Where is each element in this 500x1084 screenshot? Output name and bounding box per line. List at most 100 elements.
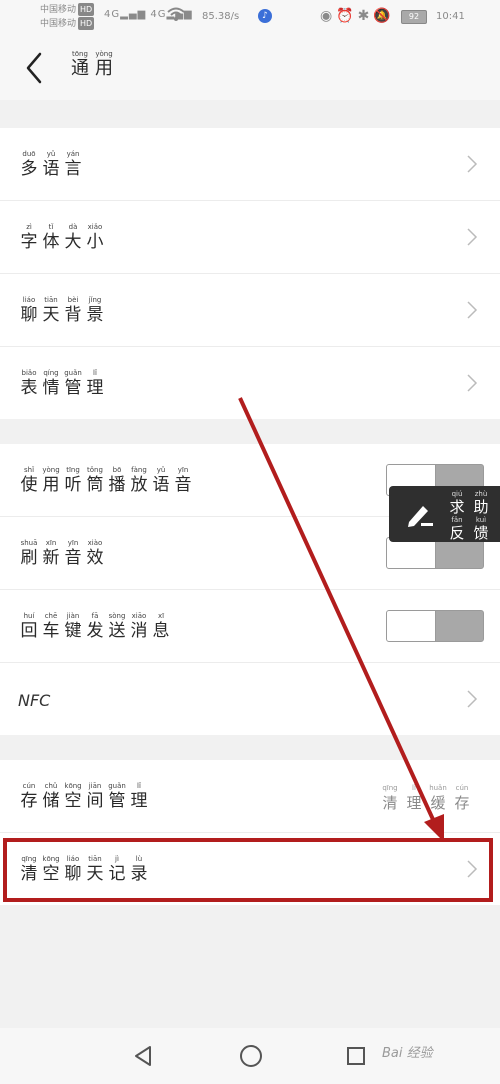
hanzi: 用: [95, 58, 113, 79]
pinyin: xiào: [87, 539, 103, 547]
pinyin: bèi: [67, 296, 79, 304]
feedback-label: fǎn 反 kuì 馈: [445, 516, 497, 542]
char: yòng 用: [40, 466, 62, 495]
hanzi: 筒: [86, 475, 104, 495]
char: zhù 助: [469, 490, 493, 516]
char: huǎn 缓: [426, 784, 450, 813]
char: xiāo 消: [128, 612, 150, 641]
char: yǔ 语: [150, 466, 172, 495]
carrier-1: 中国移动: [40, 5, 77, 15]
pinyin: chē: [44, 612, 58, 620]
emoji-management-label: biǎo 表 qíng 情 guǎn 管 lǐ 理: [18, 369, 106, 398]
back-arrow-icon[interactable]: [20, 50, 52, 86]
language-item[interactable]: duō 多 yǔ 语 yán 言: [0, 128, 500, 201]
char: tīng 听: [62, 466, 84, 495]
nav-back-icon[interactable]: [132, 1044, 154, 1068]
char: dà 大: [62, 223, 84, 252]
char: duō 多: [18, 150, 40, 179]
status-icons: ◉⏰✱🔕: [320, 8, 395, 24]
pinyin: fàng: [131, 466, 147, 474]
carrier-info: 中国移动 HD 中国移动 HD: [40, 3, 95, 31]
char: lǐ 理: [128, 782, 150, 811]
hanzi: 反: [449, 524, 465, 542]
hanzi: 理: [86, 378, 104, 398]
enter-to-send-toggle[interactable]: [386, 610, 484, 642]
pinyin: guǎn: [64, 369, 82, 377]
pinyin: tǐ: [48, 223, 54, 231]
storage-management-item[interactable]: cún 存 chǔ 储 kōng 空 jiān 间 guǎn 管 lǐ 理 qīng 清 lǐ 理 huǎn 缓…: [0, 760, 500, 833]
char: zì 字: [18, 223, 40, 252]
pinyin: xiǎo: [87, 223, 103, 231]
hanzi: 键: [64, 621, 82, 641]
char: liáo 聊: [18, 296, 40, 325]
pinyin: lǐ: [412, 784, 416, 792]
hanzi: 背: [64, 305, 82, 325]
help-label: qiú 求 zhù 助: [445, 490, 497, 516]
pinyin: shǐ: [23, 466, 35, 474]
char: jǐng 景: [84, 296, 106, 325]
hanzi: 通: [71, 58, 89, 79]
hanzi: 放: [130, 475, 148, 495]
hanzi: 言: [64, 159, 82, 179]
char: chǔ 储: [40, 782, 62, 811]
char: yīn 音: [172, 466, 194, 495]
bluetooth-icon: ✱: [357, 8, 374, 24]
hanzi: 理: [130, 791, 148, 811]
char: fǎn 反: [445, 516, 469, 542]
pinyin: qíng: [43, 369, 59, 377]
char: lǐ 理: [402, 784, 426, 813]
hanzi: 管: [108, 791, 126, 811]
refresh-sound-label: shuā 刷 xīn 新 yīn 音 xiào 效: [18, 539, 106, 568]
nav-home-icon[interactable]: [239, 1044, 263, 1068]
hanzi: 表: [20, 378, 38, 398]
emoji-management-item[interactable]: biǎo 表 qíng 情 guǎn 管 lǐ 理: [0, 347, 500, 419]
hanzi: 刷: [20, 548, 38, 568]
pinyin: guǎn: [108, 782, 126, 790]
font-size-item[interactable]: zì 字 tǐ 体 dà 大 xiǎo 小: [0, 201, 500, 274]
nav-recent-icon[interactable]: [346, 1046, 366, 1066]
char: shǐ 使: [18, 466, 40, 495]
hanzi: 助: [473, 498, 489, 516]
char: tiān 天: [40, 296, 62, 325]
nfc-item[interactable]: NFC: [0, 663, 500, 735]
pinyin: jiān: [88, 782, 102, 790]
hanzi: 小: [86, 232, 104, 252]
char: xiǎo 小: [84, 223, 106, 252]
pinyin: shuā: [20, 539, 38, 547]
hanzi: 使: [20, 475, 38, 495]
pinyin: yòng: [42, 466, 60, 474]
char: cún 存: [450, 784, 474, 813]
char: yán 言: [62, 150, 84, 179]
highlight-box: [3, 838, 493, 902]
hanzi: 新: [42, 548, 60, 568]
chevron-right-icon: [467, 690, 478, 708]
navigation-bar: Bai 经验: [0, 1028, 500, 1084]
char: tǒng 筒: [84, 466, 106, 495]
pen-icon: [408, 506, 433, 527]
char: yīn 音: [62, 539, 84, 568]
chevron-right-icon: [467, 374, 478, 392]
pinyin: yīn: [177, 466, 189, 474]
pinyin: xiāo: [131, 612, 147, 620]
char: jiàn 键: [62, 612, 84, 641]
chat-background-item[interactable]: liáo 聊 tiān 天 bèi 背 jǐng 景: [0, 274, 500, 347]
char: chē 车: [40, 612, 62, 641]
hanzi: 天: [42, 305, 60, 325]
pinyin: yǔ: [46, 150, 56, 158]
pinyin: xīn: [45, 539, 57, 547]
pinyin: lǐ: [93, 369, 97, 377]
pinyin: bō: [112, 466, 122, 474]
earpiece-playback-label: shǐ 使 yòng 用 tīng 听 tǒng 筒 bō 播 fàng 放 yǔ 语 yīn 音: [18, 466, 194, 495]
hanzi: 消: [130, 621, 148, 641]
char: qíng 情: [40, 369, 62, 398]
pinyin: zì: [26, 223, 32, 231]
hanzi: 车: [42, 621, 60, 641]
pinyin: chǔ: [44, 782, 58, 790]
pinyin: jiàn: [66, 612, 80, 620]
help-feedback-button[interactable]: qiú 求 zhù 助 fǎn 反 kuì 馈: [389, 486, 500, 542]
char: tōng 通: [68, 50, 92, 79]
pinyin: cún: [455, 784, 469, 792]
char: biǎo 表: [18, 369, 40, 398]
pinyin: liáo: [22, 296, 36, 304]
hanzi: 情: [42, 378, 60, 398]
